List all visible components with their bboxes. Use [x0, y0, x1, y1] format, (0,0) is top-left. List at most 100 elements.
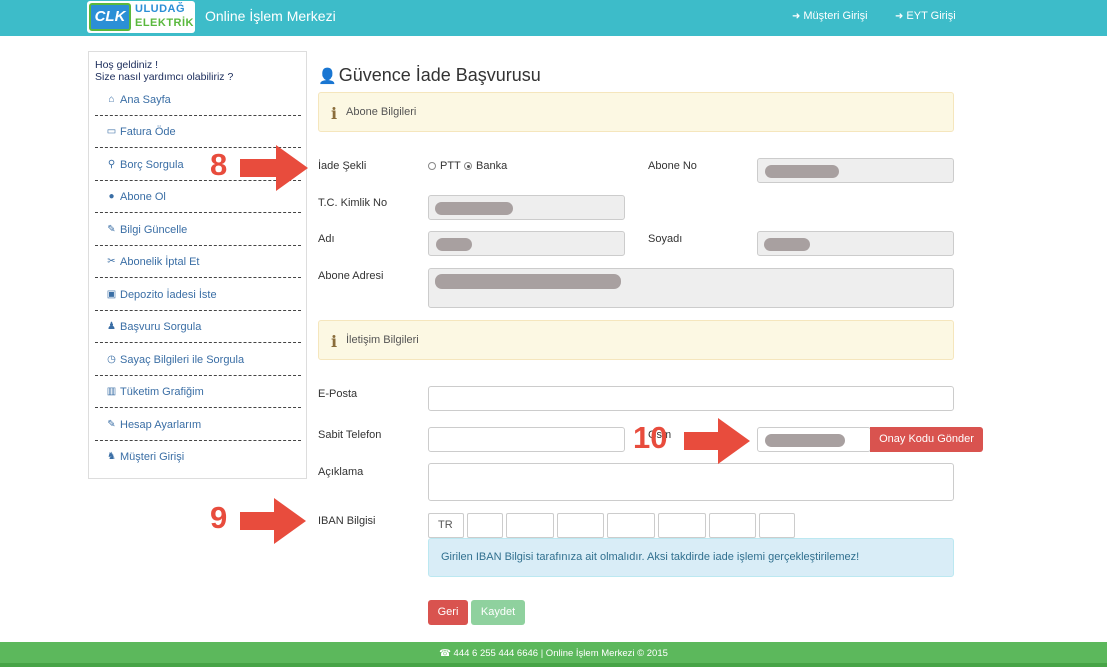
sabit-telefon-label: Sabit Telefon — [318, 429, 382, 441]
geri-button[interactable]: Geri — [428, 600, 468, 625]
sidebar: Hoş geldiniz ! Size nasıl yardımcı olabi… — [88, 51, 307, 479]
iban-prefix: TR — [428, 513, 464, 538]
radio-banka-circle[interactable] — [464, 162, 472, 170]
user-icon: 👤 — [318, 68, 337, 85]
users-icon: ♞ — [107, 451, 116, 462]
iade-sekli-label: İade Şekli — [318, 160, 367, 172]
tc-field — [428, 195, 625, 220]
sidebar-item-label: Başvuru Sorgula — [120, 321, 202, 333]
sidebar-item-hesap-ayarlarim[interactable]: ✎ Hesap Ayarlarım — [95, 409, 301, 441]
eyt-login-link[interactable]: ➜ EYT Girişi — [895, 10, 956, 22]
radio-ptt[interactable]: PTT — [428, 160, 461, 172]
eposta-input[interactable] — [428, 386, 954, 411]
radio-banka-label: Banka — [476, 160, 508, 172]
sidebar-item-label: Bilgi Güncelle — [120, 224, 188, 236]
iban-part-4[interactable] — [607, 513, 655, 538]
redacted-value — [436, 238, 472, 251]
kaydet-button[interactable]: Kaydet — [471, 600, 525, 625]
iban-part-7[interactable] — [759, 513, 795, 538]
sidebar-item-label: Ana Sayfa — [120, 94, 171, 106]
sidebar-item-fatura-ode[interactable]: ▭ Fatura Öde — [95, 116, 301, 148]
redacted-value — [435, 274, 621, 289]
radio-ptt-circle[interactable] — [428, 162, 436, 170]
annotation-arrow-8 — [240, 145, 308, 191]
globe-icon: ● — [108, 191, 115, 202]
adi-label: Adı — [318, 233, 335, 245]
onay-kodu-gonder-button[interactable]: Onay Kodu Gönder — [870, 427, 983, 452]
info-icon: i — [331, 332, 338, 351]
bar-chart-icon: ▥ — [106, 386, 117, 397]
scissors-icon: ✂ — [107, 256, 116, 267]
sidebar-item-label: Hesap Ayarlarım — [120, 419, 202, 431]
annotation-arrow-10 — [684, 418, 750, 464]
customer-login-link[interactable]: ➜ Müşteri Girişi — [792, 10, 868, 22]
page-title: 👤 Güvence İade Başvurusu — [318, 65, 541, 86]
sidebar-item-depozito-iadesi[interactable]: ▣ Depozito İadesi İste — [95, 279, 301, 311]
sidebar-item-label: Abonelik İptal Et — [120, 256, 200, 268]
adres-label: Abone Adresi — [318, 270, 384, 282]
search-icon: ⚲ — [107, 159, 116, 170]
welcome-line1: Hoş geldiniz ! — [95, 59, 159, 71]
soyadi-label: Soyadı — [648, 233, 683, 245]
app-title: Online İşlem Merkezi — [205, 8, 336, 24]
sidebar-item-ana-sayfa[interactable]: ⌂ Ana Sayfa — [95, 84, 301, 116]
uludag-elektrik-logo[interactable]: CLK ULUDAĞ ELEKTRİK — [87, 1, 195, 33]
sidebar-item-abonelik-iptal[interactable]: ✂ Abonelik İptal Et — [95, 246, 301, 278]
adres-field — [428, 268, 954, 308]
redacted-value — [765, 165, 839, 178]
customer-login-label: Müşteri Girişi — [803, 10, 868, 22]
abone-no-field — [757, 158, 954, 183]
sidebar-item-label: Müşteri Girişi — [120, 451, 185, 463]
home-icon: ⌂ — [108, 94, 115, 105]
money-icon: ▣ — [106, 289, 117, 300]
abone-no-label: Abone No — [648, 160, 697, 172]
annotation-arrow-9 — [240, 498, 306, 544]
iban-part-5[interactable] — [658, 513, 706, 538]
sidebar-item-label: Depozito İadesi İste — [120, 289, 217, 301]
adi-field — [428, 231, 625, 256]
iletisim-bilgileri-notice: i İletişim Bilgileri — [318, 320, 954, 360]
info-icon: i — [331, 104, 338, 123]
annotation-number-10: 10 — [633, 420, 668, 455]
footer-bottom-bar — [0, 663, 1107, 667]
edit-icon: ✎ — [107, 419, 116, 430]
sidebar-item-label: Abone Ol — [120, 191, 166, 203]
redacted-value — [764, 238, 810, 251]
sign-in-icon: ➜ — [792, 11, 801, 22]
redacted-value — [765, 434, 845, 447]
edit-icon: ✎ — [107, 224, 116, 235]
iban-part-3[interactable] — [557, 513, 604, 538]
sabit-telefon-input[interactable] — [428, 427, 625, 452]
logo-text-line2: ELEKTRİK — [135, 17, 194, 29]
soyadi-field — [757, 231, 954, 256]
user-plus-icon: ♟ — [107, 321, 116, 332]
clock-icon: ◷ — [107, 354, 116, 365]
sidebar-item-label: Tüketim Grafiğim — [120, 386, 204, 398]
radio-ptt-label: PTT — [440, 160, 461, 172]
top-navbar: CLK ULUDAĞ ELEKTRİK Online İşlem Merkezi… — [0, 0, 1107, 36]
iban-part-2[interactable] — [506, 513, 554, 538]
section-heading: İletişim Bilgileri — [346, 334, 419, 346]
page-title-text: Güvence İade Başvurusu — [338, 65, 541, 85]
iban-info-alert: Girilen IBAN Bilgisi tarafınıza ait olma… — [428, 538, 954, 577]
sidebar-item-basvuru-sorgula[interactable]: ♟ Başvuru Sorgula — [95, 311, 301, 343]
iban-part-1[interactable] — [467, 513, 503, 538]
sidebar-item-label: Sayaç Bilgileri ile Sorgula — [120, 354, 245, 366]
sidebar-item-sayac-bilgileri[interactable]: ◷ Sayaç Bilgileri ile Sorgula — [95, 344, 301, 376]
iban-part-6[interactable] — [709, 513, 756, 538]
sign-in-icon: ➜ — [895, 11, 904, 22]
sidebar-item-musteri-girisi[interactable]: ♞ Müşteri Girişi — [95, 441, 301, 473]
sidebar-item-tuketim-grafigim[interactable]: ▥ Tüketim Grafiğim — [95, 376, 301, 408]
clk-logo-mark: CLK — [89, 3, 131, 31]
sidebar-item-label: Fatura Öde — [120, 126, 176, 138]
sidebar-item-label: Borç Sorgula — [120, 159, 184, 171]
gsm-input[interactable] — [757, 427, 871, 452]
radio-banka[interactable]: Banka — [464, 160, 507, 172]
aciklama-label: Açıklama — [318, 466, 364, 478]
aciklama-textarea[interactable] — [428, 463, 954, 501]
eposta-label: E-Posta — [318, 388, 358, 400]
section-heading: Abone Bilgileri — [346, 106, 417, 118]
annotation-number-8: 8 — [210, 147, 228, 182]
tc-label: T.C. Kimlik No — [318, 197, 388, 209]
sidebar-item-bilgi-guncelle[interactable]: ✎ Bilgi Güncelle — [95, 214, 301, 246]
